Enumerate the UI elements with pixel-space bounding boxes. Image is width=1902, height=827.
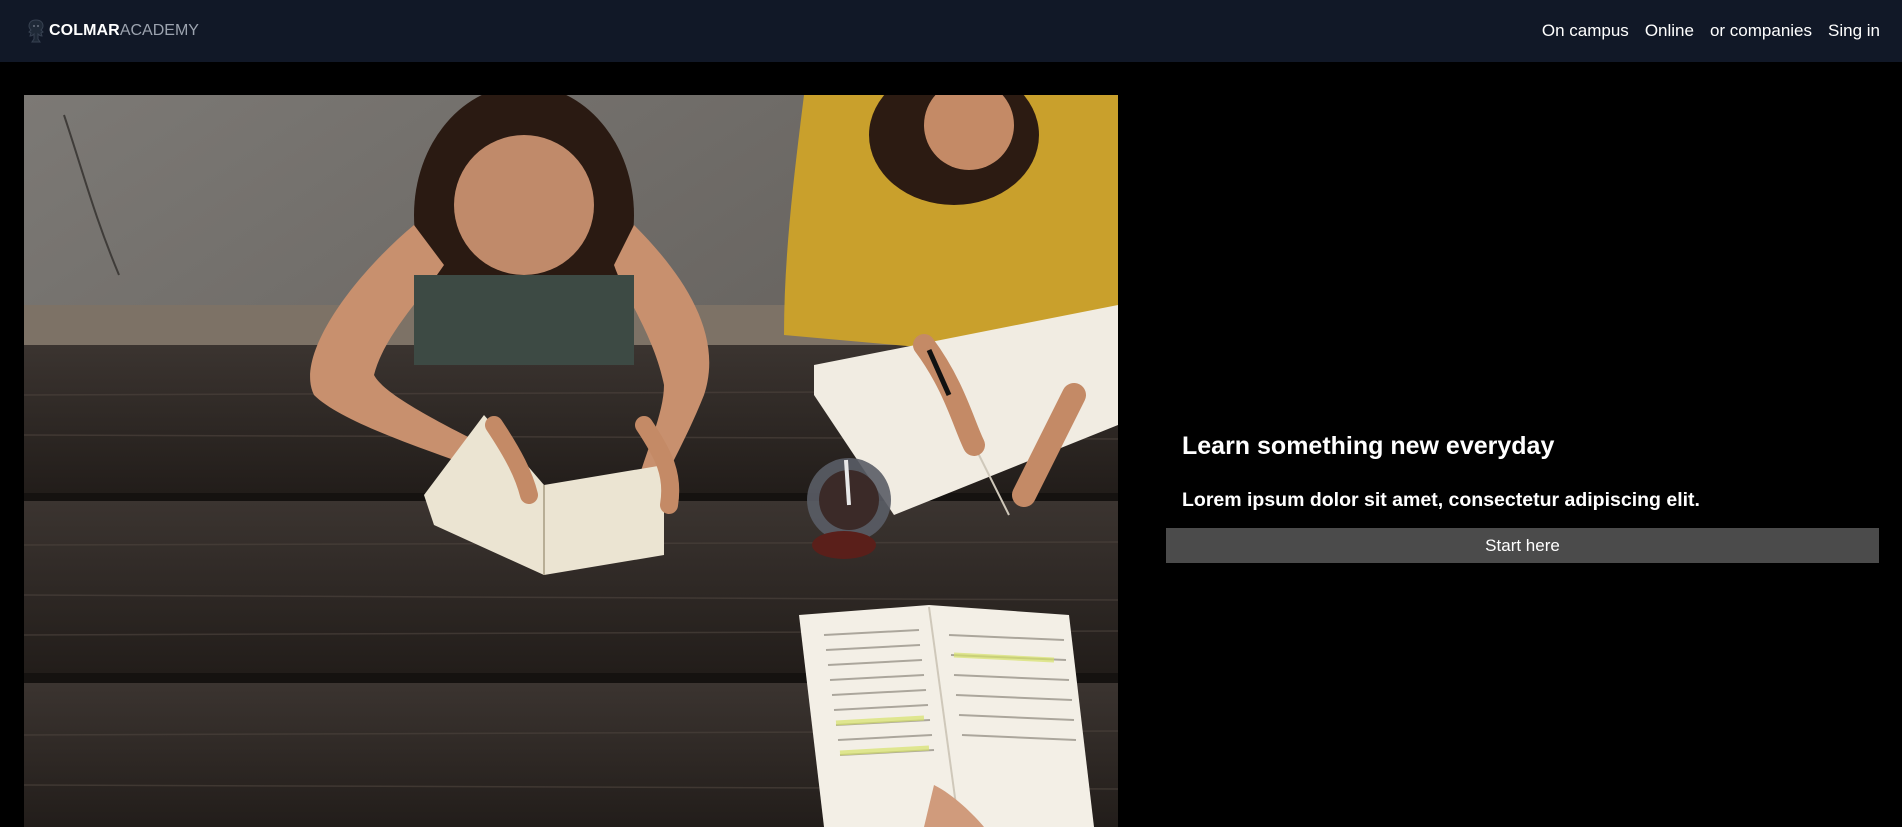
nav-link-on-campus[interactable]: On campus	[1542, 21, 1629, 41]
brand-name-light: ACADEMY	[119, 22, 199, 39]
lion-crest-icon	[28, 19, 44, 43]
nav-link-companies[interactable]: or companies	[1710, 21, 1812, 41]
hero-copy: Learn something new everyday Lorem ipsum…	[1166, 425, 1879, 563]
start-here-button[interactable]: Start here	[1166, 528, 1879, 563]
hero-title: Learn something new everyday	[1182, 432, 1555, 460]
hero-image	[24, 95, 1118, 827]
top-navigation-bar: COLMAR ACADEMY On campus Online or compan…	[0, 0, 1902, 62]
brand-logo-link[interactable]: COLMAR ACADEMY	[26, 19, 199, 43]
main-nav: On campus Online or companies Sing in	[1542, 21, 1880, 41]
nav-link-sign-in[interactable]: Sing in	[1828, 21, 1880, 41]
nav-link-online[interactable]: Online	[1645, 21, 1694, 41]
brand-name-bold: COLMAR	[49, 22, 120, 39]
hero-subtitle: Lorem ipsum dolor sit amet, consectetur …	[1182, 489, 1700, 511]
